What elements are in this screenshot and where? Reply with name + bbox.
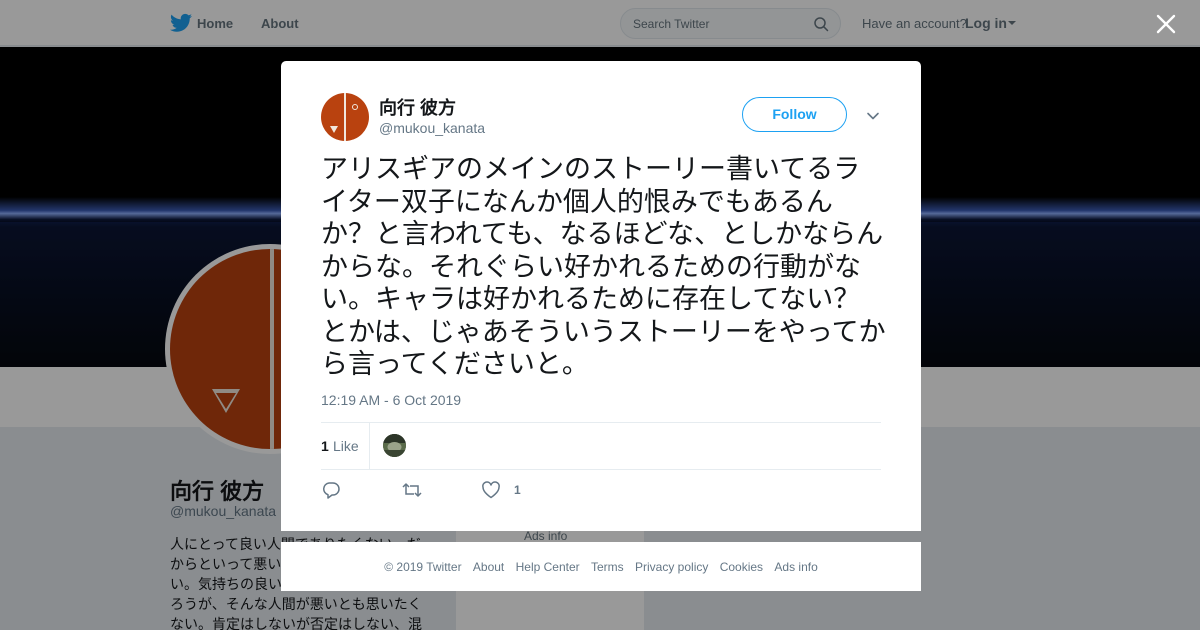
- tweet-text: アリスギアのメインのストーリー書いてるライター双子になんか個人的恨みでもあるんか…: [321, 154, 886, 379]
- footer-links: © 2019 Twitter About Help Center Terms P…: [281, 560, 921, 574]
- avatar-line-graphic: [344, 93, 346, 141]
- liker-avatar[interactable]: [383, 434, 406, 457]
- tweet-author-avatar[interactable]: [321, 93, 369, 141]
- tweet-timestamp[interactable]: 12:19 AM - 6 Oct 2019: [321, 392, 461, 408]
- likes-label[interactable]: Like: [333, 438, 359, 454]
- retweet-icon[interactable]: [401, 481, 423, 499]
- reply-icon[interactable]: [321, 481, 341, 499]
- tweet-actions: 1: [321, 479, 621, 503]
- footer-copyright: © 2019 Twitter: [384, 560, 462, 574]
- like-action-count: 1: [514, 483, 521, 497]
- footer-privacy-link[interactable]: Privacy policy: [635, 560, 708, 574]
- footer-help-link[interactable]: Help Center: [516, 560, 580, 574]
- modal-footer: © 2019 Twitter About Help Center Terms P…: [281, 542, 921, 591]
- footer-cookies-link[interactable]: Cookies: [720, 560, 763, 574]
- tweet-stats: 1 Like: [321, 422, 881, 470]
- footer-terms-link[interactable]: Terms: [591, 560, 624, 574]
- avatar-circle-graphic: [352, 104, 358, 110]
- tweet-author-handle[interactable]: @mukou_kanata: [379, 120, 485, 136]
- close-icon[interactable]: [1154, 12, 1178, 36]
- avatar-triangle-graphic: [330, 126, 338, 133]
- footer-about-link[interactable]: About: [473, 560, 504, 574]
- likes-count[interactable]: 1: [321, 438, 329, 454]
- follow-button[interactable]: Follow: [742, 97, 847, 132]
- stats-divider: [369, 423, 370, 469]
- chevron-down-icon[interactable]: [866, 109, 880, 123]
- tweet-author-name[interactable]: 向行 彼方: [379, 94, 456, 120]
- heart-icon[interactable]: [481, 481, 501, 499]
- footer-ads-link[interactable]: Ads info: [774, 560, 817, 574]
- tweet-modal: 向行 彼方 @mukou_kanata Follow アリスギアのメインのストー…: [281, 61, 921, 531]
